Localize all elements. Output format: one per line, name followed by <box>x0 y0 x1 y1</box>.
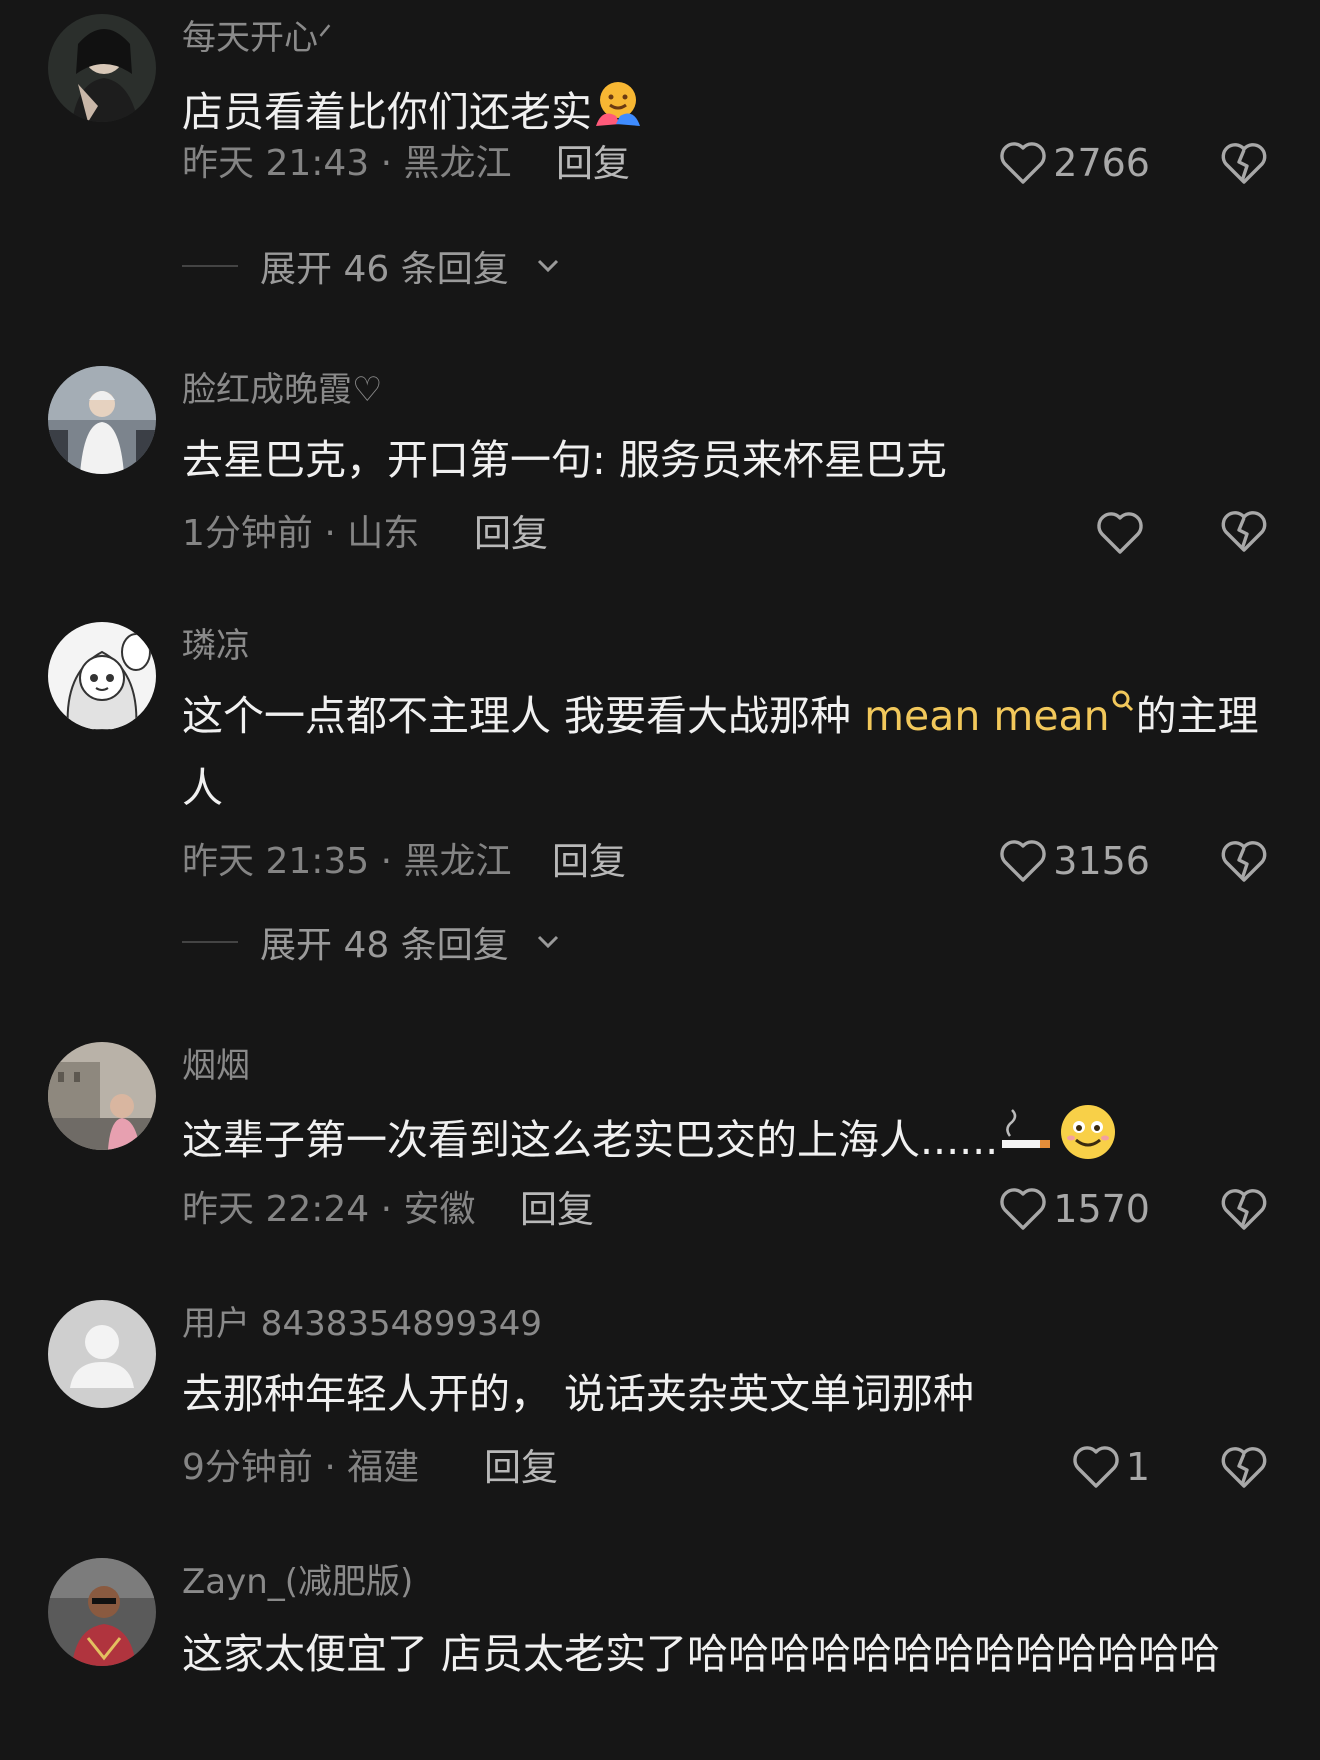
avatar[interactable] <box>48 1042 156 1150</box>
like-count: 3156 <box>1053 839 1150 883</box>
hug-emoji <box>592 78 644 152</box>
heart-icon <box>1097 512 1143 554</box>
chevron-down-icon <box>537 259 558 273</box>
comment-text-content: 店员看着比你们还老实 <box>182 88 592 136</box>
like-button[interactable]: 3156 <box>999 836 1150 886</box>
like-count: 1 <box>1125 1445 1150 1489</box>
divider <box>182 941 238 943</box>
avatar[interactable] <box>48 1300 156 1408</box>
avatar[interactable] <box>48 14 156 122</box>
broken-heart-icon[interactable] <box>1220 140 1268 188</box>
like-count: 1570 <box>1053 1187 1150 1231</box>
username[interactable]: 烟烟 <box>182 1046 250 1086</box>
like-button[interactable] <box>1096 508 1150 558</box>
comment-meta: 昨天 21:43 · 黑龙江 <box>182 143 512 184</box>
heart-icon <box>1000 1188 1047 1230</box>
broken-heart-icon[interactable] <box>1220 1444 1268 1492</box>
broken-heart-icon[interactable] <box>1220 508 1268 556</box>
heart-icon <box>1073 1446 1119 1488</box>
smile-emoji <box>1058 1102 1118 1184</box>
comment-meta: 昨天 21:35 · 黑龙江 <box>182 841 512 882</box>
username[interactable]: 璘凉 <box>182 626 250 666</box>
expand-replies[interactable]: 展开 46 条回复 <box>182 244 561 290</box>
search-link-text: mean mean <box>864 692 1110 740</box>
username[interactable]: 脸红成晚霞♡ <box>182 370 382 410</box>
comment-text: 去星巴克，开口第一句: 服务员来杯星巴克 <box>182 436 947 484</box>
reply-button[interactable]: 回复 <box>484 1446 558 1490</box>
comment-text-content: 这辈子第一次看到这么老实巴交的上海人...... <box>182 1116 999 1164</box>
broken-heart-icon[interactable] <box>1220 838 1268 886</box>
comment-text: 去那种年轻人开的， 说话夹杂英文单词那种 <box>182 1370 975 1418</box>
expand-replies-label: 展开 46 条回复 <box>260 249 509 290</box>
comment-meta: 1分钟前 · 山东 <box>182 513 420 554</box>
cigarette-emoji <box>998 1106 1058 1180</box>
like-button[interactable]: 1 <box>1072 1442 1150 1492</box>
reply-button[interactable]: 回复 <box>474 512 548 556</box>
username[interactable]: 用户 8438354899349 <box>182 1304 542 1344</box>
comment-text: 这家太便宜了 店员太老实了哈哈哈哈哈哈哈哈哈哈哈哈哈 <box>182 1630 1221 1678</box>
reply-button[interactable]: 回复 <box>556 142 630 186</box>
divider <box>182 265 238 267</box>
heart-icon <box>1000 142 1047 184</box>
like-button[interactable]: 1570 <box>999 1184 1150 1234</box>
username[interactable]: Zayn_(减肥版) <box>182 1562 413 1602</box>
search-icon <box>1112 690 1133 712</box>
comment-text: 这辈子第一次看到这么老实巴交的上海人...... <box>182 1102 1262 1184</box>
broken-heart-icon[interactable] <box>1220 1186 1268 1234</box>
like-button[interactable]: 2766 <box>999 138 1150 188</box>
reply-button[interactable]: 回复 <box>552 840 626 884</box>
heart-icon <box>1000 840 1047 882</box>
reply-button[interactable]: 回复 <box>520 1188 594 1232</box>
comment-meta: 9分钟前 · 福建 <box>182 1447 420 1488</box>
chevron-down-icon <box>537 935 558 949</box>
like-count: 2766 <box>1053 141 1150 185</box>
comment-text-before: 这个一点都不主理人 我要看大战那种 <box>182 692 865 740</box>
comment-meta: 昨天 22:24 · 安徽 <box>182 1189 476 1230</box>
avatar[interactable] <box>48 622 156 730</box>
username[interactable]: 每天开心ᐟ <box>182 18 332 58</box>
expand-replies-label: 展开 48 条回复 <box>260 925 509 966</box>
avatar[interactable] <box>48 366 156 474</box>
search-link[interactable]: mean mean <box>864 690 1136 740</box>
expand-replies[interactable]: 展开 48 条回复 <box>182 920 561 966</box>
comment-text: 这个一点都不主理人 我要看大战那种 mean mean 的主理人 <box>182 680 1262 824</box>
avatar[interactable] <box>48 1558 156 1666</box>
